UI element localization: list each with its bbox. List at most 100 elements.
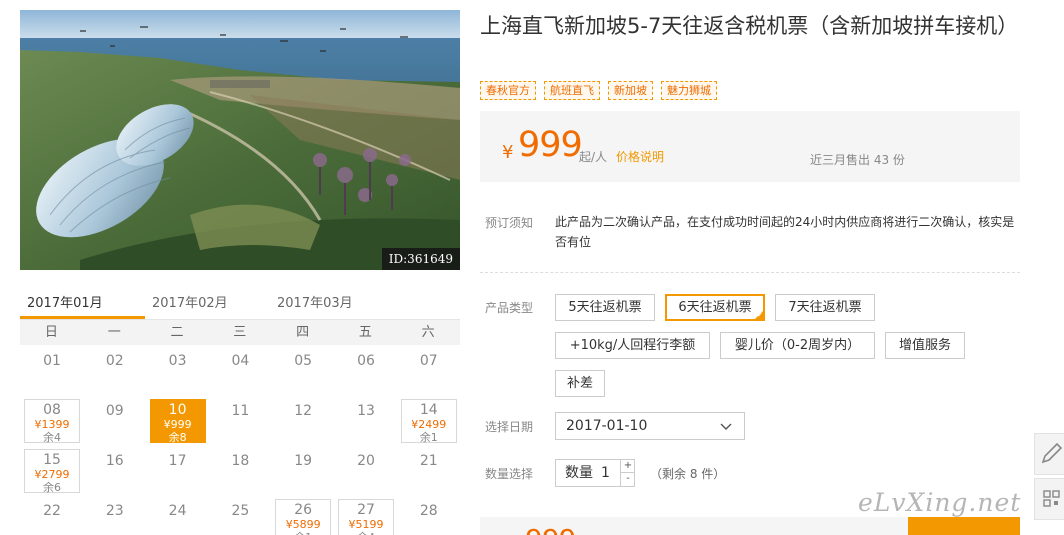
- calendar-day-cell: 11: [208, 395, 271, 445]
- tab-month-2017-01[interactable]: 2017年01月: [20, 284, 145, 319]
- day-price: ¥5199: [348, 518, 384, 531]
- calendar-day: 13: [338, 399, 394, 443]
- calendar-day-cell: 18: [208, 445, 271, 495]
- calendar-day[interactable]: 27¥5199余4: [337, 499, 394, 535]
- weekday-label: 三: [233, 325, 247, 340]
- calendar-day: 25: [212, 499, 268, 535]
- tab-month-2017-02[interactable]: 2017年02月: [145, 284, 270, 319]
- day-remaining: 余4: [43, 431, 61, 444]
- calendar-day-cell[interactable]: 27¥5199余4: [334, 495, 397, 535]
- option-label: 6天往返机票: [678, 300, 752, 315]
- day-number: 06: [357, 353, 375, 369]
- calendar-day-cell[interactable]: 14 ¥2499 余1: [397, 395, 460, 445]
- calendar-day-cell: 04: [208, 345, 271, 395]
- calendar-day: 23: [87, 499, 143, 535]
- calendar-day: 18: [212, 449, 268, 493]
- day-number: 08: [43, 402, 61, 418]
- tag: 航班直飞: [544, 81, 600, 100]
- day-price: ¥999: [163, 418, 192, 431]
- tab-month-2017-03[interactable]: 2017年03月: [270, 284, 395, 319]
- product-photo: ID:361649: [20, 10, 460, 270]
- calendar-day-cell[interactable]: 26¥5899余1: [271, 495, 334, 535]
- option-7day-ticket[interactable]: 7天往返机票: [775, 294, 875, 321]
- date-label: 选择日期: [485, 420, 534, 434]
- increment-button[interactable]: +: [620, 460, 635, 473]
- calendar-day-cell: 21: [397, 445, 460, 495]
- calendar-day-cell: 20: [334, 445, 397, 495]
- calendar-day-cell: 16: [83, 445, 146, 495]
- calendar-day: 04: [212, 349, 268, 393]
- qrcode-icon: [1043, 490, 1060, 507]
- day-price: ¥2799: [34, 468, 70, 481]
- day-number: 28: [419, 503, 438, 519]
- calendar-day-cell: 02: [83, 345, 146, 395]
- date-select[interactable]: 2017-01-10: [555, 412, 745, 440]
- product-title: 上海直飞新加坡5-7天往返含税机票（含新加坡拼车接机）: [480, 14, 1019, 38]
- calendar-day: 24: [150, 499, 206, 535]
- day-number: 13: [357, 403, 375, 419]
- calendar-day: 07: [401, 349, 457, 393]
- chevron-down-icon: [720, 423, 732, 430]
- pencil-icon: [1041, 442, 1063, 464]
- day-number: 16: [105, 453, 124, 469]
- side-qrcode-button[interactable]: [1034, 478, 1064, 520]
- calendar-day-selected[interactable]: 10 ¥999 余8: [149, 399, 206, 444]
- calendar-day: 11: [212, 399, 268, 443]
- calendar-day-cell[interactable]: 08 ¥1399 余4: [20, 395, 83, 445]
- day-remaining: 余6: [43, 481, 61, 494]
- day-number: 04: [231, 353, 250, 369]
- weekday-label: 六: [421, 325, 435, 340]
- calendar-day[interactable]: 15 ¥2799 余6: [24, 449, 80, 494]
- day-price: ¥1399: [34, 418, 70, 431]
- tag: 新加坡: [608, 81, 653, 100]
- calendar-day[interactable]: 14 ¥2499 余1: [400, 399, 457, 444]
- book-button[interactable]: [908, 517, 1020, 535]
- day-number: 23: [105, 503, 124, 519]
- calendar-day: 05: [275, 349, 331, 393]
- day-number: 22: [43, 503, 61, 519]
- side-edit-button[interactable]: [1034, 433, 1064, 475]
- option-6day-ticket[interactable]: 6天往返机票 ✓: [665, 294, 765, 321]
- calendar-day-cell: 24: [146, 495, 209, 535]
- day-number: 11: [231, 403, 250, 419]
- calendar-day-cell[interactable]: 15 ¥2799 余6: [20, 445, 83, 495]
- product-type-label: 产品类型: [485, 301, 534, 315]
- tag-list: 春秋官方 航班直飞 新加坡 魅力狮城: [480, 81, 717, 100]
- day-number: 21: [419, 453, 438, 469]
- calendar-day-cell: 07: [397, 345, 460, 395]
- sold-count: 近三月售出 43 份: [810, 153, 905, 167]
- day-number: 27: [357, 502, 375, 518]
- day-remaining: 余4: [339, 531, 393, 535]
- day-number: 07: [419, 353, 438, 369]
- weekday-label: 五: [358, 325, 372, 340]
- option-infant-price[interactable]: 婴儿价（0-2周岁内）: [720, 332, 875, 359]
- price-amount: 999: [518, 125, 583, 165]
- calendar-day[interactable]: 08 ¥1399 余4: [24, 399, 80, 444]
- weekday-header: 日 一 二 三 四 五 六: [20, 320, 460, 345]
- day-remaining: 余1: [419, 431, 438, 444]
- day-remaining: 余1: [276, 531, 330, 535]
- tag: 春秋官方: [480, 81, 536, 100]
- option-value-added-service[interactable]: 增值服务: [885, 332, 965, 359]
- calendar-day-cell[interactable]: 10 ¥999 余8: [146, 395, 209, 445]
- day-remaining: 余8: [168, 431, 187, 444]
- calendar-day: 09: [87, 399, 143, 443]
- price-explain-link[interactable]: 价格说明: [616, 148, 664, 165]
- decrement-button[interactable]: -: [620, 473, 635, 486]
- day-number: 10: [168, 402, 187, 418]
- day-number: 20: [357, 453, 375, 469]
- calendar-day-cell: 23: [83, 495, 146, 535]
- option-extra-luggage[interactable]: +10kg/人回程行李额: [555, 332, 710, 359]
- weekday-label: 二: [170, 325, 184, 340]
- day-number: 17: [168, 453, 187, 469]
- calendar-day: 20: [338, 449, 394, 493]
- calendar-day[interactable]: 26¥5899余1: [275, 499, 332, 535]
- option-price-difference[interactable]: 补差: [555, 370, 605, 397]
- option-5day-ticket[interactable]: 5天往返机票: [555, 294, 655, 321]
- calendar-day: 16: [87, 449, 143, 493]
- quantity-input[interactable]: 1: [601, 460, 610, 486]
- calendar-day-cell: 22: [20, 495, 83, 535]
- day-number: 19: [294, 453, 313, 469]
- calendar-day: 12: [275, 399, 331, 443]
- calendar-day-cell: 05: [271, 345, 334, 395]
